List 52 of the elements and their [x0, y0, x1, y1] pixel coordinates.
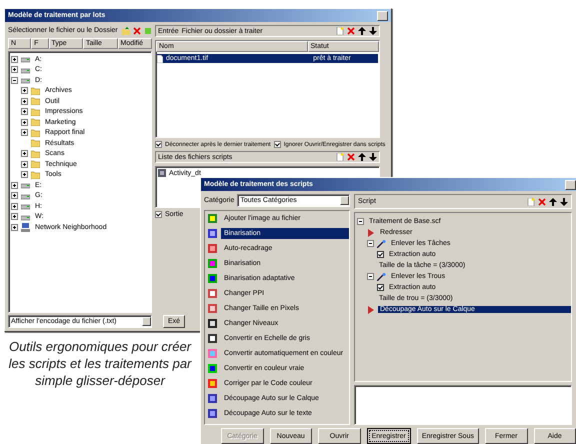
arrow-icon	[367, 306, 375, 314]
drive-icon	[21, 192, 30, 200]
expander-icon[interactable]	[21, 87, 28, 94]
expander-icon[interactable]	[357, 218, 364, 225]
delete-icon	[347, 27, 355, 35]
close-button[interactable]	[565, 180, 576, 190]
checkbox[interactable]	[274, 141, 281, 148]
expander-icon[interactable]	[21, 129, 28, 136]
new-file-icon	[527, 198, 535, 206]
move-down-icon	[560, 198, 568, 206]
up-folder-icon	[122, 26, 130, 34]
expander-icon[interactable]	[11, 202, 18, 210]
checkbox-icon	[377, 284, 384, 291]
checkbox[interactable]	[155, 141, 162, 148]
expander-icon[interactable]	[21, 160, 28, 168]
drive-icon	[21, 76, 30, 84]
expander-icon[interactable]	[11, 66, 18, 74]
expander-icon[interactable]	[21, 98, 28, 105]
close-button[interactable]	[377, 10, 388, 20]
network-icon	[21, 222, 30, 232]
move-down-icon	[369, 153, 377, 161]
wand-icon	[377, 272, 386, 280]
expander-icon[interactable]	[11, 192, 18, 200]
expander-icon[interactable]	[11, 182, 18, 189]
move-up-icon	[358, 153, 366, 161]
checkbox[interactable]	[155, 211, 162, 218]
drive-icon	[21, 66, 30, 74]
drive-icon	[21, 181, 30, 190]
expander-icon[interactable]	[367, 273, 374, 280]
expander-icon[interactable]	[11, 56, 18, 63]
checkbox-icon	[377, 251, 384, 258]
drive-icon	[21, 55, 30, 64]
expander-icon[interactable]	[21, 150, 28, 158]
delete-icon	[538, 198, 546, 206]
expander-icon[interactable]	[11, 224, 18, 231]
caption-text: Outils ergonomiques pour créer les scripts et les traitements par simple glisser-déposer	[8, 338, 193, 389]
arrow-icon	[367, 228, 375, 236]
expander-icon[interactable]	[21, 118, 28, 126]
move-down-icon	[369, 27, 377, 35]
script-icon	[158, 169, 166, 177]
delete-icon	[133, 26, 141, 34]
move-up-icon	[549, 198, 557, 206]
expander-icon[interactable]	[367, 240, 374, 247]
expander-icon[interactable]	[11, 213, 18, 220]
wand-icon	[377, 240, 386, 248]
expander-icon[interactable]	[21, 108, 28, 116]
expander-icon[interactable]	[21, 171, 28, 178]
drive-icon	[21, 212, 30, 221]
move-up-icon	[358, 27, 366, 35]
expander-icon[interactable]	[11, 76, 18, 84]
drive-icon	[21, 202, 30, 210]
delete-icon	[347, 153, 355, 161]
